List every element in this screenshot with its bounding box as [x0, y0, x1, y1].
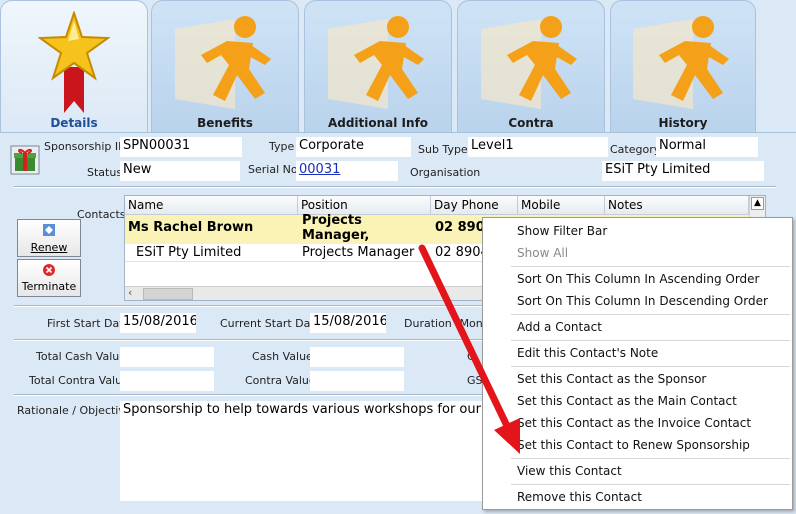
total-cash-value-field[interactable]	[120, 347, 214, 367]
cash-value-field[interactable]	[310, 347, 404, 367]
star-icon	[38, 11, 110, 113]
stop-icon	[43, 264, 55, 276]
tab-details[interactable]: Details	[0, 0, 148, 132]
tab-label: Details	[50, 116, 98, 130]
menu-item-show-filter-bar[interactable]: Show Filter Bar	[517, 224, 607, 238]
organisation-label: Organisation	[410, 166, 481, 179]
type-label: Type	[269, 140, 295, 153]
status-field[interactable]: New	[120, 161, 240, 181]
serial-no-link[interactable]: 00031	[296, 161, 398, 181]
tab-history[interactable]: History	[610, 0, 756, 132]
gift-icon[interactable]	[10, 145, 40, 175]
category-label: Category	[610, 143, 661, 156]
contact-name: Ms Rachel Brown	[128, 220, 254, 235]
menu-separator	[511, 484, 790, 485]
sponsorship-id-field[interactable]: SPN00031	[120, 137, 242, 157]
column-header-notes[interactable]: Notes	[605, 196, 749, 215]
terminate-label: Terminate	[21, 280, 77, 293]
contra-value-label: Contra Value	[245, 374, 316, 387]
first-start-date-label: First Start Date	[47, 317, 131, 330]
tab-label: Contra	[508, 116, 554, 130]
menu-item-sort-descending[interactable]: Sort On This Column In Descending Order	[517, 294, 768, 308]
current-start-date-label: Current Start Date	[220, 317, 322, 330]
terminate-button[interactable]: Terminate	[17, 259, 81, 297]
annotation-arrow	[418, 244, 520, 454]
total-contra-value-label: Total Contra Value	[29, 374, 129, 387]
contact-position: Projects Manager, Organisational	[302, 213, 370, 242]
column-header-day-phone[interactable]: Day Phone	[431, 196, 518, 215]
menu-item-remove-contact[interactable]: Remove this Contact	[517, 490, 642, 504]
menu-item-sort-ascending[interactable]: Sort On This Column In Ascending Order	[517, 272, 759, 286]
tab-label: Additional Info	[327, 116, 429, 130]
grid-header: Name Position Day Phone Mobile Notes	[125, 196, 765, 215]
runner-icon	[481, 16, 577, 109]
menu-separator	[511, 266, 790, 267]
tab-benefits[interactable]: Benefits	[151, 0, 299, 132]
divider	[14, 186, 776, 188]
serial-no-label: Serial No	[248, 163, 298, 176]
menu-item-set-main-contact[interactable]: Set this Contact as the Main Contact	[517, 394, 737, 408]
current-start-date-field[interactable]: 15/08/2016	[310, 313, 386, 333]
sub-type-field[interactable]: Level1	[468, 137, 608, 157]
menu-item-set-sponsor[interactable]: Set this Contact as the Sponsor	[517, 372, 706, 386]
type-field[interactable]: Corporate	[296, 137, 411, 157]
runner-icon	[328, 16, 424, 109]
contact-name: ESiT Pty Limited	[136, 245, 242, 260]
category-field[interactable]: Normal	[656, 137, 758, 157]
renew-label: Renew	[30, 241, 68, 254]
scroll-thumb[interactable]	[143, 288, 193, 300]
contra-value-field[interactable]	[310, 371, 404, 391]
menu-item-edit-contact-note[interactable]: Edit this Contact's Note	[517, 346, 658, 360]
renew-icon	[43, 224, 55, 236]
menu-item-view-contact[interactable]: View this Contact	[517, 464, 622, 478]
tab-contra[interactable]: Contra	[457, 0, 605, 132]
sub-type-label: Sub Type	[418, 143, 468, 156]
menu-item-renew-sponsorship[interactable]: Set this Contact to Renew Sponsorship	[517, 438, 750, 452]
renew-button[interactable]: Renew	[17, 219, 81, 257]
column-header-name[interactable]: Name	[125, 196, 298, 215]
tab-label: Benefits	[197, 116, 253, 130]
menu-separator	[511, 366, 790, 367]
menu-separator	[511, 458, 790, 459]
menu-item-set-invoice-contact[interactable]: Set this Contact as the Invoice Contact	[517, 416, 751, 430]
sponsorship-id-label: Sponsorship ID	[44, 140, 127, 153]
runner-icon	[633, 16, 729, 109]
first-start-date-field[interactable]: 15/08/2016	[120, 313, 196, 333]
status-label: Status	[87, 166, 123, 179]
runner-icon	[175, 16, 271, 109]
menu-separator	[511, 340, 790, 341]
scroll-left-icon[interactable]: ‹	[128, 286, 132, 299]
contacts-label: Contacts	[77, 208, 126, 221]
menu-separator	[511, 314, 790, 315]
organisation-field[interactable]: ESiT Pty Limited	[602, 161, 764, 181]
total-cash-value-label: Total Cash Value	[36, 350, 127, 363]
scroll-up-icon[interactable]: ▲	[751, 197, 764, 210]
tab-strip-border	[0, 132, 796, 133]
column-header-mobile[interactable]: Mobile	[518, 196, 605, 215]
contact-position: Projects Manager	[302, 245, 415, 260]
tab-label: History	[658, 116, 708, 130]
total-contra-value-field[interactable]	[120, 371, 214, 391]
cash-value-label: Cash Value	[252, 350, 313, 363]
tab-additional-info[interactable]: Additional Info	[304, 0, 452, 132]
